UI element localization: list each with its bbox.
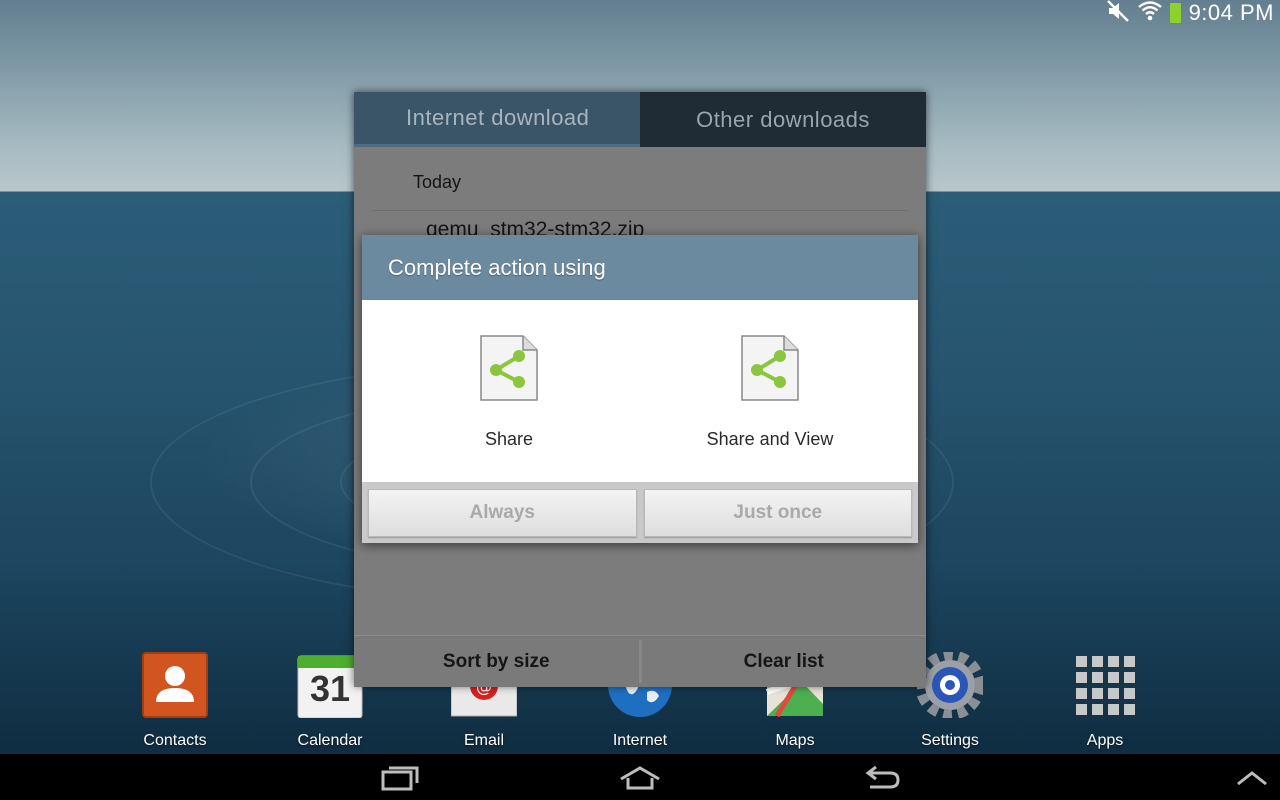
recent-apps-icon[interactable] bbox=[370, 760, 430, 796]
home-icon[interactable] bbox=[610, 760, 670, 796]
app-option-share[interactable]: Share bbox=[409, 334, 609, 450]
battery-icon bbox=[1169, 3, 1181, 23]
dialog-title: Complete action using bbox=[362, 235, 918, 300]
dock-label: Settings bbox=[921, 732, 979, 749]
dock-label: Calendar bbox=[297, 732, 363, 749]
gear-icon bbox=[915, 650, 985, 720]
status-bar: 9:04 PM bbox=[0, 0, 1280, 26]
sort-by-size-button[interactable]: Sort by size bbox=[354, 636, 639, 687]
dock-item-apps[interactable]: Apps bbox=[1050, 652, 1160, 750]
download-bottom-bar: Sort by size Clear list bbox=[354, 635, 926, 687]
tab-internet-downloads[interactable]: Internet downloads bbox=[354, 92, 640, 147]
dialog-buttons: Always Just once bbox=[368, 489, 912, 537]
wifi-icon bbox=[1137, 0, 1162, 27]
app-option-label: Share and View bbox=[706, 429, 834, 449]
dock-item-contacts[interactable]: Contacts bbox=[120, 652, 230, 750]
always-button[interactable]: Always bbox=[368, 489, 637, 537]
app-option-label: Share bbox=[484, 429, 534, 449]
dock-label: Email bbox=[463, 732, 504, 749]
contacts-icon bbox=[142, 652, 208, 718]
mute-icon bbox=[1106, 0, 1130, 27]
status-clock: 9:04 PM bbox=[1188, 0, 1274, 25]
dialog-body: Share Share and View bbox=[362, 300, 918, 482]
share-file-icon bbox=[740, 335, 800, 406]
just-once-button[interactable]: Just once bbox=[643, 489, 912, 537]
download-tabs: Internet downloads Other downloads bbox=[354, 92, 926, 147]
divider bbox=[372, 210, 908, 211]
tab-label: Internet downloads bbox=[406, 105, 588, 130]
complete-action-dialog: Complete action using Share Share and Vi… bbox=[362, 235, 918, 543]
tab-other-downloads[interactable]: Other downloads bbox=[640, 92, 926, 147]
share-file-icon bbox=[479, 335, 539, 406]
dock-label: Contacts bbox=[143, 732, 207, 749]
section-header: Today bbox=[413, 172, 462, 192]
clear-list-button[interactable]: Clear list bbox=[642, 636, 927, 687]
menu-up-icon[interactable] bbox=[1222, 760, 1280, 796]
dock-label: Apps bbox=[1086, 732, 1124, 749]
tab-label: Other downloads bbox=[696, 106, 870, 132]
app-option-share-and-view[interactable]: Share and View bbox=[670, 334, 870, 450]
back-icon[interactable] bbox=[852, 760, 912, 796]
apps-grid-icon bbox=[1072, 652, 1138, 718]
navigation-bar bbox=[0, 754, 1280, 800]
dock-label: Internet bbox=[612, 732, 668, 749]
dock-label: Maps bbox=[775, 732, 815, 749]
